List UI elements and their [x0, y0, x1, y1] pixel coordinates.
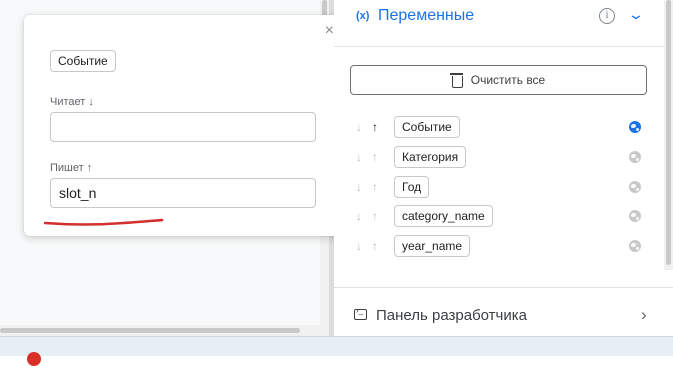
reads-label: Читает ↓ — [50, 96, 94, 108]
variables-scrollbar[interactable] — [664, 0, 673, 270]
dev-panel-label: Панель разработчика — [376, 307, 527, 324]
variable-chip: Событие — [50, 50, 116, 72]
variables-panel: (x) Переменные i ⌄ Очистить все ↓ ↑ Собы… — [334, 0, 673, 336]
clear-all-label: Очистить все — [470, 73, 546, 87]
chevron-right-icon[interactable]: › — [641, 305, 647, 325]
variable-chip[interactable]: category_name — [394, 205, 493, 227]
writes-field[interactable] — [50, 178, 316, 208]
variables-title: Переменные — [378, 7, 475, 24]
variable-chip[interactable]: year_name — [394, 235, 471, 257]
write-arrow-icon[interactable]: ↑ — [372, 150, 378, 164]
reads-field[interactable] — [50, 112, 316, 142]
variable-chip[interactable]: Категория — [394, 146, 467, 168]
variable-row[interactable]: ↓ ↑ category_name — [334, 203, 664, 231]
globe-icon[interactable] — [629, 240, 641, 252]
read-arrow-icon[interactable]: ↓ — [356, 180, 362, 194]
variables-header[interactable]: (x) Переменные i ⌄ — [334, 0, 664, 47]
write-arrow-icon[interactable]: ↑ — [372, 239, 378, 253]
variable-row[interactable]: ↓ ↑ Год — [334, 174, 664, 202]
variable-chip[interactable]: Событие — [394, 116, 460, 138]
chevron-down-icon[interactable]: ⌄ — [627, 6, 645, 23]
write-arrow-icon[interactable]: ↑ — [372, 120, 378, 134]
scrollbar-thumb[interactable] — [0, 328, 300, 333]
terminal-icon — [354, 306, 367, 320]
variable-icon: (x) — [356, 10, 370, 22]
close-icon[interactable]: × — [325, 23, 334, 39]
red-underline-annotation — [44, 218, 164, 226]
variable-row[interactable]: ↓ ↑ year_name — [334, 233, 664, 261]
writes-label: Пишет ↑ — [50, 162, 93, 174]
trash-icon — [449, 72, 463, 88]
globe-icon[interactable] — [629, 210, 641, 222]
write-arrow-icon[interactable]: ↑ — [372, 180, 378, 194]
canvas-horizontal-scrollbar[interactable] — [0, 325, 320, 336]
read-arrow-icon[interactable]: ↓ — [356, 239, 362, 253]
variable-row[interactable]: ↓ ↑ Категория — [334, 144, 664, 172]
read-arrow-icon[interactable]: ↓ — [356, 209, 362, 223]
info-icon[interactable]: i — [599, 8, 615, 24]
globe-icon[interactable] — [629, 121, 641, 133]
variable-row[interactable]: ↓ ↑ Событие — [334, 114, 664, 142]
alert-icon[interactable] — [27, 352, 41, 366]
read-arrow-icon[interactable]: ↓ — [356, 150, 362, 164]
write-arrow-icon[interactable]: ↑ — [372, 209, 378, 223]
scrollbar-thumb[interactable] — [666, 0, 671, 265]
read-arrow-icon[interactable]: ↓ — [356, 120, 362, 134]
globe-icon[interactable] — [629, 181, 641, 193]
dev-panel-row[interactable]: Панель разработчика › — [334, 287, 673, 337]
variable-chip[interactable]: Год — [394, 176, 430, 198]
clear-all-button[interactable]: Очистить все — [350, 65, 647, 95]
variable-popup: × Событие Читает ↓ Пишет ↑ — [24, 15, 344, 236]
globe-icon[interactable] — [629, 151, 641, 163]
bottom-status-strip — [0, 336, 673, 366]
